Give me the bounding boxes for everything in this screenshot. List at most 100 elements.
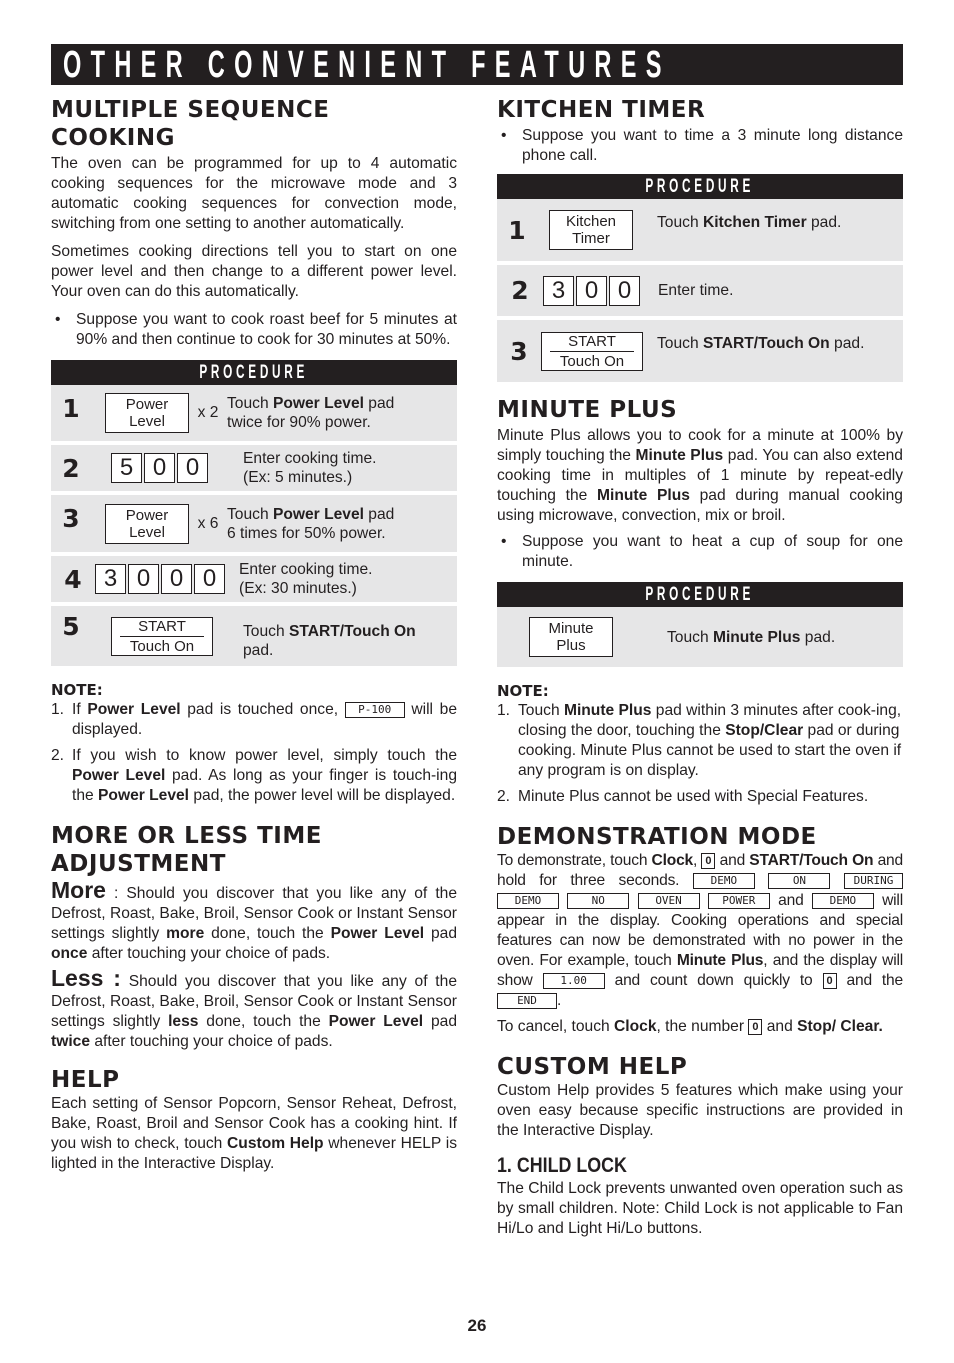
text: twice xyxy=(51,1033,90,1050)
text: Minute Plus xyxy=(712,628,801,646)
procedure-step: 2 3 0 0 Enter time. xyxy=(497,265,903,316)
note-item: 1. If Power Level pad is touched once, P… xyxy=(51,700,457,740)
procedure-step: 3 START Touch On Touch START/Touch On pa… xyxy=(497,320,903,382)
note-item: 2. Minute Plus cannot be used with Speci… xyxy=(497,787,903,807)
text: Minute Plus xyxy=(676,952,764,969)
step-instruction: Enter time. xyxy=(658,282,734,299)
step-instruction: Touch Power Level pad 6 times for 50% po… xyxy=(227,505,407,543)
digit-pad: 0 xyxy=(576,275,607,306)
pad-label: Power xyxy=(125,396,169,413)
text: after touching your choice of pads. xyxy=(87,945,331,962)
zero-pad: 0 xyxy=(748,1018,763,1035)
step-number: 1 xyxy=(508,215,526,245)
pad-label: Power xyxy=(125,506,169,524)
text: . xyxy=(557,992,562,1009)
digit-pad: 5 xyxy=(111,453,142,483)
text: Clock xyxy=(651,852,694,869)
left-column: MULTIPLE SEQUENCE COOKING The oven can b… xyxy=(51,96,457,1174)
digit-pad: 3 xyxy=(543,275,574,306)
text: and xyxy=(715,852,750,869)
bullet-item: • Suppose you want to time a 3 minute lo… xyxy=(497,126,903,166)
bullet-item: • Suppose you want to heat a cup of soup… xyxy=(497,532,903,572)
kitchen-timer-section: KITCHEN TIMER • Suppose you want to time… xyxy=(497,96,903,382)
paragraph: Minute Plus allows you to cook for a min… xyxy=(497,426,903,526)
text: Clock xyxy=(614,1018,657,1035)
help-section: HELP Each setting of Sensor Popcorn, Sen… xyxy=(51,1066,457,1174)
less-paragraph: Less : Should you discover that you like… xyxy=(51,967,457,1052)
note-text: Minute Plus cannot be used with Special … xyxy=(518,788,869,805)
pad-label: Level xyxy=(129,413,165,430)
section-heading: MORE OR LESS TIME ADJUSTMENT xyxy=(51,823,322,877)
step-number: 2 xyxy=(511,276,529,305)
text: Touch xyxy=(667,628,713,646)
step-instruction: Touch Kitchen Timer pad. xyxy=(657,213,841,232)
zero-pad: 0 xyxy=(701,852,716,869)
bullet-icon: • xyxy=(55,311,61,328)
text: Touch xyxy=(657,334,703,352)
procedure-step: Minute Plus Touch Minute Plus pad. xyxy=(497,607,903,667)
power-level-pad: Power Level xyxy=(105,503,189,544)
text: , the number xyxy=(656,1018,749,1035)
paragraph: Sometimes cooking directions tell you to… xyxy=(51,243,457,300)
pad-label: START xyxy=(568,332,616,350)
text: pad xyxy=(423,1013,457,1030)
text: pad. xyxy=(829,334,865,352)
text: pad. xyxy=(243,642,274,659)
text: pad. xyxy=(800,628,836,646)
pad-label: Timer xyxy=(572,230,610,247)
paragraph: Custom Help provides 5 features which ma… xyxy=(497,1082,903,1139)
step-number: 5 xyxy=(62,611,80,641)
text: less xyxy=(168,1013,199,1030)
paragraph: The Child Lock prevents unwanted oven op… xyxy=(497,1180,903,1237)
note-number: 2. xyxy=(51,747,65,764)
procedure-step: 4 3 0 0 0 Enter cooking time. (Ex: 30 mi… xyxy=(51,556,457,602)
digit-pad: 0 xyxy=(177,453,208,483)
section-heading: CUSTOM HELP xyxy=(497,1054,688,1080)
lcd-display: OVEN xyxy=(637,892,700,909)
text: Power Level xyxy=(72,767,166,784)
text: and xyxy=(769,892,812,909)
procedure-label: PROCEDURE xyxy=(645,584,755,605)
note-text: If Power Level pad is touched once, P-10… xyxy=(72,700,457,740)
procedure-label: PROCEDURE xyxy=(199,362,309,383)
text: Touch xyxy=(518,702,564,719)
note-item: 1. Touch Minute Plus pad within 3 minute… xyxy=(497,701,903,781)
text: Stop/ Clear. xyxy=(797,1018,883,1035)
procedure-table: PROCEDURE Minute Plus Touch Minute Plus … xyxy=(497,582,903,667)
text: Power Level xyxy=(272,505,364,523)
text: (Ex: 30 minutes.) xyxy=(239,580,357,597)
more-less-section: MORE OR LESS TIME ADJUSTMENT More : Shou… xyxy=(51,822,457,1052)
paragraph: The oven can be programmed for up to 4 a… xyxy=(51,155,457,232)
text: Enter cooking time. xyxy=(239,561,373,578)
pad-label: Minute xyxy=(548,620,594,637)
section-heading: KITCHEN TIMER xyxy=(497,97,706,123)
lead-word: More xyxy=(51,877,106,903)
step-number: 2 xyxy=(62,453,80,483)
digit-pad: 0 xyxy=(144,453,175,483)
lcd-display: POWER xyxy=(707,892,770,909)
text: and the xyxy=(836,972,903,989)
lcd-display: DEMO xyxy=(811,892,874,909)
paragraph: To demonstrate, touch Clock, 0 and START… xyxy=(497,851,903,1011)
zero-pad: 0 xyxy=(822,972,837,989)
paragraph: To cancel, touch Clock, the number 0 and… xyxy=(497,1017,903,1037)
page-banner: OTHER CONVENIENT FEATURES xyxy=(51,44,903,85)
text: Power Level xyxy=(98,787,190,804)
custom-help-section: CUSTOM HELP Custom Help provides 5 featu… xyxy=(497,1053,903,1239)
text: Stop/Clear xyxy=(725,722,804,739)
procedure-header: PROCEDURE xyxy=(51,360,457,385)
text: Touch xyxy=(243,623,289,640)
text: Touch xyxy=(657,213,703,231)
minute-plus-section: MINUTE PLUS Minute Plus allows you to co… xyxy=(497,396,903,807)
procedure-label: PROCEDURE xyxy=(645,176,755,197)
pad-label: Level xyxy=(129,523,165,541)
step-number: 3 xyxy=(62,504,80,533)
text: and count down quickly to xyxy=(604,972,823,989)
subsection-heading: 1. CHILD LOCK xyxy=(497,1154,627,1177)
note-number: 2. xyxy=(497,788,511,805)
section-heading: DEMONSTRATION MODE xyxy=(497,824,817,850)
section-heading: MINUTE PLUS xyxy=(497,397,678,423)
divider xyxy=(120,635,204,637)
text: If xyxy=(72,701,88,718)
text: after touching your choice of pads. xyxy=(90,1033,333,1050)
